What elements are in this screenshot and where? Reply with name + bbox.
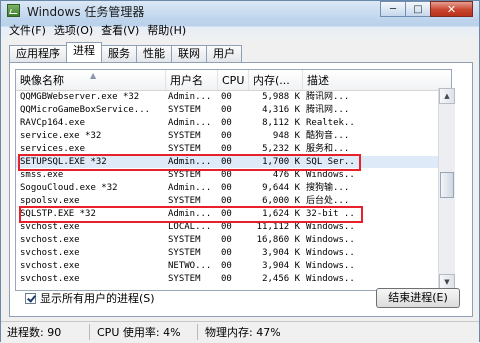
- end-process-button[interactable]: 结束进程(E): [376, 288, 460, 308]
- process-name: svchost.exe: [20, 261, 80, 271]
- column-user[interactable]: 用户名: [166, 70, 218, 90]
- show-all-users-label: 显示所有用户的进程(S): [40, 292, 155, 305]
- process-description: 腾讯网...: [306, 105, 350, 115]
- process-cpu: 00: [221, 248, 232, 258]
- status-physical-memory: 物理内存: 47%: [205, 326, 281, 339]
- task-manager-icon: [7, 4, 20, 17]
- process-memory: 8,112 K: [262, 118, 300, 128]
- process-row[interactable]: RAVCp164.exe Admin... 00 8,112 K Realtek...: [16, 117, 451, 129]
- process-description: 腾讯网...: [306, 92, 350, 102]
- process-memory: 5,988 K: [262, 92, 300, 102]
- column-image-name[interactable]: ▲ 映像名称: [16, 70, 166, 90]
- checkbox-checked-icon[interactable]: [25, 292, 36, 304]
- close-button[interactable]: ✕: [430, 1, 473, 17]
- process-cpu: 00: [221, 118, 232, 128]
- column-header: ▲ 映像名称 用户名 CPU 内存(... 描述: [16, 70, 451, 91]
- process-row[interactable]: svchost.exe NETWO... 00 3,904 K Windows...: [16, 260, 451, 272]
- process-user: SYSTEM: [168, 274, 201, 284]
- status-bar: 进程数: 90 CPU 使用率: 4% 物理内存: 47%: [1, 321, 479, 343]
- process-description: 搜狗输...: [306, 183, 350, 193]
- process-memory: 16,860 K: [256, 235, 300, 245]
- process-cpu: 00: [221, 274, 232, 284]
- column-cpu[interactable]: CPU: [218, 70, 249, 90]
- status-divider: [89, 324, 90, 340]
- process-name: svchost.exe: [20, 274, 80, 284]
- process-row[interactable]: SogouCloud.exe *32 Admin... 00 9,644 K 搜狗输..…: [16, 182, 451, 194]
- tab-users[interactable]: 用户: [206, 45, 242, 62]
- task-manager-window: Windows 任务管理器 ─ □ ✕ 文件(F) 选项(O) 查看(V) 帮助…: [0, 0, 480, 343]
- window-controls: ─ □ ✕: [380, 1, 473, 19]
- process-name: service.exe *32: [20, 131, 102, 141]
- show-all-users-checkbox[interactable]: 显示所有用户的进程(S): [25, 291, 155, 305]
- process-memory: 3,904 K: [262, 248, 300, 258]
- vertical-scrollbar[interactable]: ▲ ▼: [438, 88, 455, 291]
- process-description: Windows...: [306, 274, 354, 284]
- menu-options[interactable]: 选项(O): [50, 23, 97, 39]
- process-user: SYSTEM: [168, 235, 201, 245]
- process-row[interactable]: QQMGBWebserver.exe *32 Admin... 00 5,988 K 腾…: [16, 91, 451, 103]
- tab-strip: 应用程序 进程 服务 性能 联网 用户: [9, 42, 242, 62]
- process-row[interactable]: QQMicroGameBoxService... SYSTEM 00 4,316 K 腾…: [16, 104, 451, 116]
- process-user: SYSTEM: [168, 248, 201, 258]
- tab-applications[interactable]: 应用程序: [9, 45, 67, 62]
- menu-help[interactable]: 帮助(H): [143, 23, 190, 39]
- tab-services[interactable]: 服务: [101, 45, 137, 62]
- status-divider: [197, 324, 198, 340]
- highlight-box-setupsql: [18, 154, 361, 171]
- menu-bar: 文件(F) 选项(O) 查看(V) 帮助(H): [5, 23, 190, 39]
- process-memory: 4,316 K: [262, 105, 300, 115]
- process-user: Admin...: [168, 118, 212, 128]
- process-cpu: 00: [221, 261, 232, 271]
- process-cpu: 00: [221, 131, 232, 141]
- column-memory[interactable]: 内存(...: [249, 70, 303, 90]
- process-memory: 3,904 K: [262, 261, 300, 271]
- process-cpu: 00: [221, 105, 232, 115]
- process-row[interactable]: svchost.exe SYSTEM 00 2,456 K Windows...: [16, 273, 451, 285]
- sort-ascending-icon: ▲: [90, 71, 97, 80]
- window-title: Windows 任务管理器: [27, 5, 145, 19]
- process-user: Admin...: [168, 183, 212, 193]
- process-cpu: 00: [221, 235, 232, 245]
- process-description: Windows...: [306, 248, 354, 258]
- status-cpu-usage: CPU 使用率: 4%: [97, 326, 181, 339]
- process-description: 酷狗音...: [306, 131, 350, 141]
- process-name: QQMicroGameBoxService...: [20, 105, 151, 115]
- process-name: RAVCp164.exe: [20, 118, 86, 128]
- process-name: svchost.exe: [20, 235, 80, 245]
- process-user: SYSTEM: [168, 131, 201, 141]
- process-memory: 2,456 K: [262, 274, 300, 284]
- process-user: NETWO...: [168, 261, 212, 271]
- process-row[interactable]: svchost.exe SYSTEM 00 16,860 K Windows...: [16, 234, 451, 246]
- process-name: QQMGBWebserver.exe *32: [20, 92, 140, 102]
- process-description: Windows...: [306, 235, 354, 245]
- minimize-button[interactable]: ─: [380, 1, 406, 17]
- process-memory: 9,644 K: [262, 183, 300, 193]
- process-name: svchost.exe: [20, 248, 80, 258]
- highlight-box-sqlstp: [19, 206, 363, 223]
- maximize-button[interactable]: □: [405, 1, 431, 17]
- process-description: Realtek...: [306, 118, 354, 128]
- process-list[interactable]: ▲ 映像名称 用户名 CPU 内存(... 描述 QQMGBWebserver.…: [15, 69, 452, 291]
- process-row[interactable]: service.exe *32 SYSTEM 00 948 K 酷狗音...: [16, 130, 451, 142]
- process-memory: 948 K: [272, 131, 300, 141]
- process-name: SogouCloud.exe *32: [20, 183, 118, 193]
- tab-networking[interactable]: 联网: [171, 45, 207, 62]
- process-user: SYSTEM: [168, 105, 201, 115]
- scroll-up-icon[interactable]: ▲: [439, 88, 455, 104]
- status-process-count: 进程数: 90: [7, 326, 62, 339]
- process-cpu: 00: [221, 92, 232, 102]
- menu-view[interactable]: 查看(V): [97, 23, 143, 39]
- process-user: Admin...: [168, 92, 212, 102]
- process-cpu: 00: [221, 183, 232, 193]
- title-bar[interactable]: Windows 任务管理器 ─ □ ✕: [1, 1, 479, 21]
- process-description: Windows...: [306, 261, 354, 271]
- tab-processes[interactable]: 进程: [66, 42, 102, 62]
- menu-file[interactable]: 文件(F): [5, 23, 50, 39]
- column-image-name-label: 映像名称: [20, 74, 64, 87]
- tab-performance[interactable]: 性能: [136, 45, 172, 62]
- process-row[interactable]: svchost.exe SYSTEM 00 3,904 K Windows...: [16, 247, 451, 259]
- scrollbar-thumb[interactable]: [440, 172, 454, 198]
- column-description[interactable]: 描述: [303, 70, 451, 90]
